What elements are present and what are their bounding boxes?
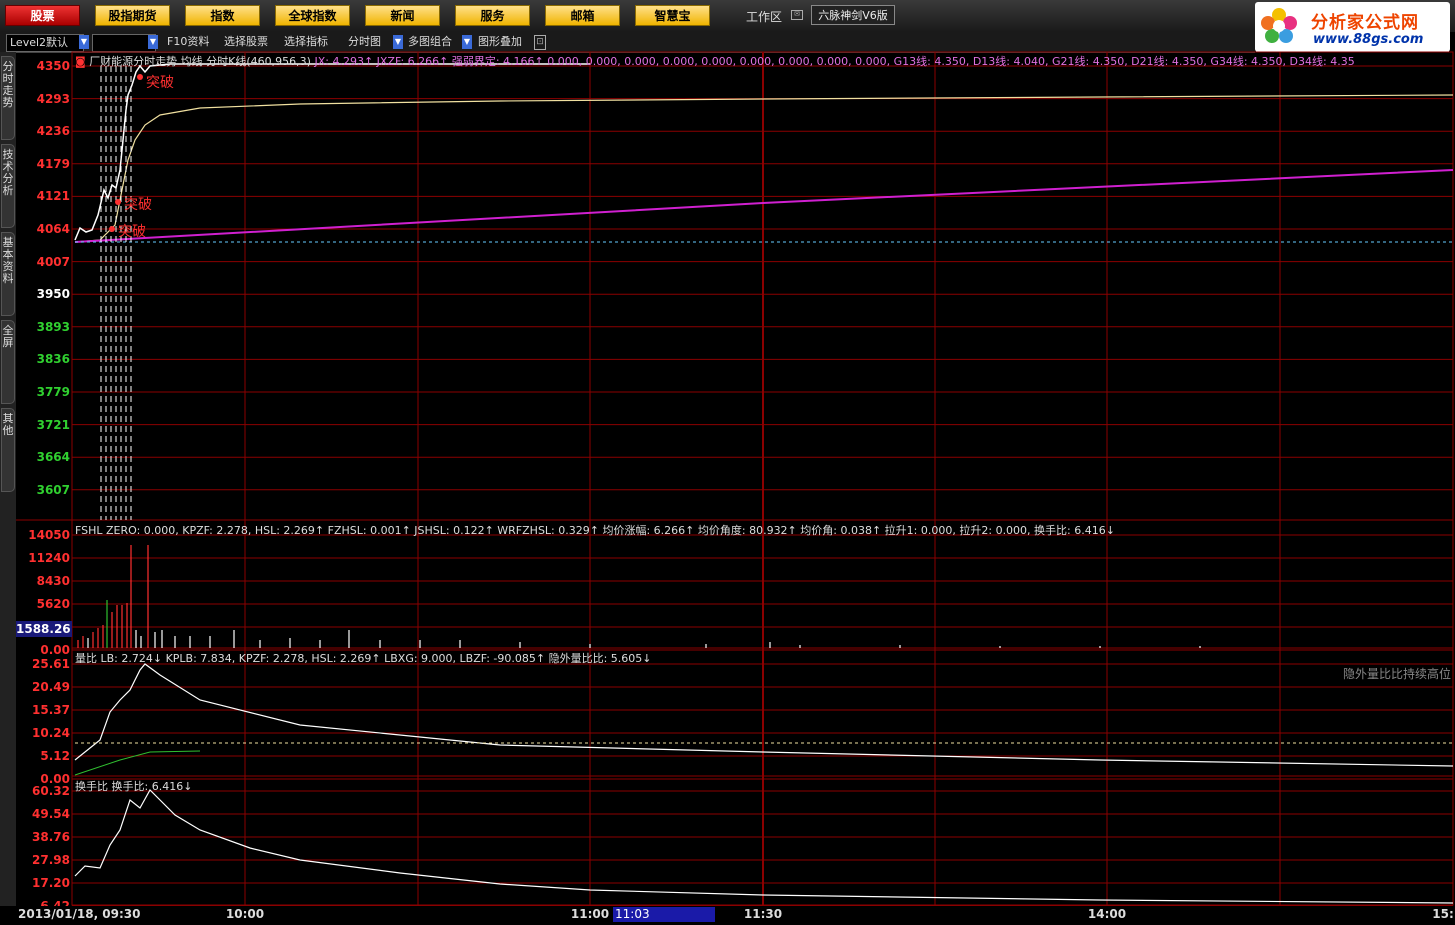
breakout-marker	[137, 74, 143, 80]
y-axis-tick-label: 4236	[36, 124, 70, 139]
time-cursor: 11:03	[613, 907, 715, 922]
time-label-1000: 10:00	[225, 907, 265, 921]
breakout-label: 突破	[124, 197, 152, 213]
intraday-chart[interactable]	[0, 0, 1455, 925]
y-axis-tick-label: 8430	[36, 574, 70, 588]
main-title-marker-icon: ◙	[75, 55, 86, 68]
y-axis-tick-label: 27.98	[32, 853, 70, 867]
time-axis: 2013/01/18, 09:30 10:00 11:00 11:30 14:0…	[0, 906, 1455, 925]
time-label-1130: 11:30	[743, 907, 783, 921]
turnover-y-axis: 60.3249.5438.7627.9817.206.42	[16, 784, 72, 913]
ratio-right-note: 隐外量比比持续高位	[1342, 667, 1451, 681]
y-axis-tick-label: 0.00	[40, 643, 70, 657]
y-axis-tick-label: 10.24	[32, 726, 70, 740]
y-axis-tick-label: 3721	[36, 417, 70, 432]
volume-bars	[77, 545, 1201, 648]
y-axis-tick-label: 4350	[36, 59, 70, 73]
y-axis-tick-label: 25.61	[32, 657, 70, 671]
y-axis-tick-label: 4064	[36, 222, 70, 236]
y-axis-tick-label: 17.20	[32, 876, 70, 890]
y-axis-tick-label: 3950	[36, 287, 70, 302]
main-indicators: JX: 4.293↑ JXZF: 6.266↑ 强弱界定: 4.166↑ 0.0…	[314, 55, 1355, 68]
y-axis-tick-label: 60.32	[32, 784, 70, 798]
y-axis-tick-label: 5620	[36, 597, 70, 611]
time-label-1400: 14:00	[1087, 907, 1127, 921]
breakout-marker	[115, 199, 121, 205]
main-panel-title: ◙ 厂财能源分时走势 均线 分时K线(460,956,3) JX: 4.293↑…	[75, 53, 1355, 69]
y-axis-tick-label: 49.54	[32, 807, 70, 821]
y-axis-tick-label: 4179	[36, 156, 70, 171]
y-axis-tick-label: 38.76	[32, 830, 70, 844]
breakout-label: 突破	[146, 75, 174, 91]
volume-highlight-value: 1588.26	[16, 621, 72, 637]
y-axis-tick-label: 3607	[36, 482, 70, 497]
y-axis-tick-label: 4293	[36, 91, 70, 106]
y-axis-tick-label: 3664	[36, 450, 70, 465]
time-label-1500: 15:	[1432, 907, 1454, 921]
breakout-label: 突破	[118, 224, 146, 240]
y-axis-tick-label: 4121	[36, 189, 70, 204]
y-axis-tick-label: 5.12	[40, 749, 70, 763]
main-title-text: 厂财能源分时走势 均线 分时K线(460,956,3)	[89, 55, 311, 68]
y-axis-tick-label: 14050	[28, 528, 70, 542]
ratio-secondary-line	[74, 750, 201, 776]
y-axis-tick-label: 3836	[36, 352, 70, 367]
y-axis-tick-label: 15.37	[32, 703, 70, 717]
y-axis-tick-label: 11240	[28, 551, 70, 565]
breakout-marker	[109, 226, 115, 232]
turnover-panel-title: 换手比 换手比: 6.416↓	[75, 780, 193, 793]
y-axis-tick-label: 3893	[36, 319, 70, 334]
y-axis-tick-label: 4007	[36, 254, 70, 269]
time-label-1100: 11:00	[570, 907, 610, 921]
ratio-panel-title: 量比 LB: 2.724↓ KPLB: 7.834, KPZF: 2.278, …	[75, 652, 652, 665]
volume-panel-title: FSHL ZERO: 0.000, KPZF: 2.278, HSL: 2.26…	[75, 524, 1115, 537]
main-y-axis: 4350 4293 4236 4179 4121 4064 4007 3950 3893 3836…	[16, 59, 72, 497]
time-start-label: 2013/01/18, 09:30	[18, 907, 141, 921]
y-axis-tick-label: 20.49	[32, 680, 70, 694]
ratio-y-axis: 25.61 20.49 15.37 10.24 5.12 0.00	[16, 657, 72, 786]
y-axis-tick-label: 3779	[36, 385, 70, 399]
